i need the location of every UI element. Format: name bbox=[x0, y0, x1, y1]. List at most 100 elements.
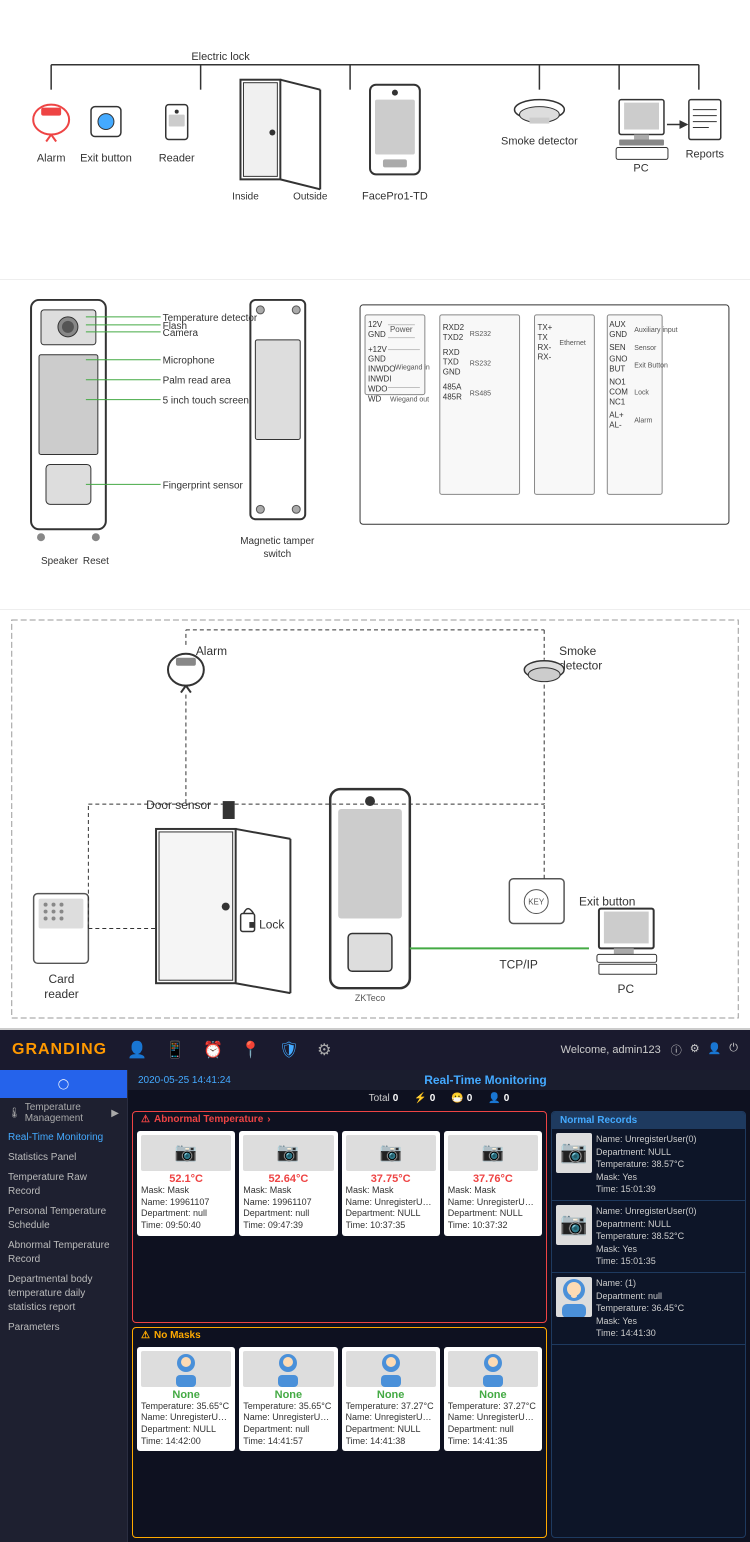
card-img-3: 📷 bbox=[346, 1135, 436, 1171]
normal-record-info-3: Name: (1) Department: null Temperature: … bbox=[596, 1277, 684, 1340]
svg-text:Smoke: Smoke bbox=[559, 644, 597, 658]
mask-icon: 😷 bbox=[451, 1093, 463, 1104]
content-area: 2020-05-25 14:41:24 Real-Time Monitoring… bbox=[128, 1070, 750, 1542]
svg-text:Alarm: Alarm bbox=[37, 152, 66, 164]
svg-text:switch: switch bbox=[263, 549, 291, 560]
card-temp-2: 52.64°C bbox=[243, 1173, 333, 1185]
nav-gear-icon[interactable]: ⚙ bbox=[317, 1040, 331, 1060]
svg-text:GND: GND bbox=[368, 355, 386, 364]
no-mask-info-3: Temperature: 37.27°C Name: UnregisterUse… bbox=[346, 1401, 436, 1448]
nav-clock-icon[interactable]: ⏰ bbox=[203, 1040, 223, 1060]
svg-text:RS232: RS232 bbox=[470, 331, 491, 338]
svg-text:Sensor: Sensor bbox=[634, 345, 657, 352]
nav-person-icon[interactable]: 👤 bbox=[127, 1040, 147, 1060]
main-area: ◯ 🌡 Temperature Management ▶ Real-Time M… bbox=[0, 1070, 750, 1542]
power-icon[interactable]: ⏻ bbox=[729, 1042, 738, 1058]
sidebar-item-realtime[interactable]: Real-Time Monitoring bbox=[0, 1128, 127, 1148]
sidebar-clock-icon: ◯ bbox=[58, 1079, 69, 1090]
left-panel: ⚠ Abnormal Temperature › 📷 52.1°C bbox=[132, 1111, 547, 1538]
nav-shield-icon[interactable]: 🛡 bbox=[279, 1040, 299, 1060]
svg-text:detector: detector bbox=[559, 659, 602, 673]
no-mask-img-1 bbox=[141, 1351, 231, 1387]
system-diagram-section: Electric lock Inside Outside Alarm Exit … bbox=[0, 0, 750, 280]
app-logo: GRANDING bbox=[12, 1041, 107, 1059]
svg-text:Palm read area: Palm read area bbox=[163, 376, 232, 387]
no-mask-temp-4: None bbox=[448, 1389, 538, 1401]
timestamp-bar: 2020-05-25 14:41:24 Real-Time Monitoring bbox=[128, 1070, 750, 1090]
stat-no-mask: 😷 0 bbox=[451, 1093, 472, 1104]
nav-phone-icon[interactable]: 📱 bbox=[165, 1040, 185, 1060]
svg-text:Reports: Reports bbox=[686, 148, 725, 160]
no-mask-temp-1: None bbox=[141, 1389, 231, 1401]
user-icon[interactable]: 👤 bbox=[708, 1042, 722, 1058]
nav-location-icon[interactable]: 📍 bbox=[241, 1040, 261, 1060]
svg-text:GND: GND bbox=[368, 330, 386, 339]
svg-text:Magnetic tamper: Magnetic tamper bbox=[240, 536, 315, 547]
abnormal-card-3: 📷 37.75°C Mask: Mask Name: UnregisterUse… bbox=[342, 1131, 440, 1236]
normal-record-2: 📷 Name: UnregisterUser(0) Department: NU… bbox=[552, 1201, 745, 1273]
svg-text:Alarm: Alarm bbox=[634, 418, 652, 425]
no-mask-cards-row: None Temperature: 35.65°C Name: Unregist… bbox=[133, 1343, 546, 1456]
svg-text:Exit button: Exit button bbox=[579, 895, 635, 909]
sidebar-item-dept[interactable]: Departmental body temperature daily stat… bbox=[0, 1270, 127, 1318]
svg-text:📷: 📷 bbox=[482, 1142, 504, 1162]
card-img-2: 📷 bbox=[243, 1135, 333, 1171]
card-temp-1: 52.1°C bbox=[141, 1173, 231, 1185]
stat-abnormal: ⚡ 0 bbox=[414, 1093, 435, 1104]
sidebar-item-statistics[interactable]: Statistics Panel bbox=[0, 1148, 127, 1168]
abnormal-card-4: 📷 37.76°C Mask: Mask Name: UnregisterUse… bbox=[444, 1131, 542, 1236]
sidebar-item-params[interactable]: Parameters bbox=[0, 1318, 127, 1338]
card-info-2: Mask: Mask Name: 19961107 Department: nu… bbox=[243, 1185, 333, 1232]
svg-text:GND: GND bbox=[443, 368, 461, 377]
svg-text:NO1: NO1 bbox=[609, 378, 626, 387]
no-mask-title: ⚠ No Masks bbox=[133, 1328, 546, 1343]
sidebar-top-icon: ◯ bbox=[0, 1070, 127, 1098]
unregistered-count: 0 bbox=[504, 1093, 510, 1104]
sidebar-item-raw[interactable]: Temperature Raw Record bbox=[0, 1168, 127, 1202]
settings-icon[interactable]: ⚙ bbox=[690, 1042, 700, 1058]
no-mask-img-2 bbox=[243, 1351, 333, 1387]
svg-text:RX-: RX- bbox=[538, 343, 552, 352]
svg-text:RXD: RXD bbox=[443, 348, 460, 357]
svg-text:reader: reader bbox=[44, 987, 79, 1001]
svg-text:Speaker: Speaker bbox=[41, 556, 79, 567]
svg-text:Camera: Camera bbox=[163, 328, 199, 339]
page-title: Real-Time Monitoring bbox=[231, 1073, 740, 1087]
card-temp-4: 37.76°C bbox=[448, 1173, 538, 1185]
svg-text:Fingerprint sensor: Fingerprint sensor bbox=[163, 480, 244, 491]
svg-text:Ethernet: Ethernet bbox=[559, 340, 585, 347]
sidebar-item-abnormal[interactable]: Abnormal Temperature Record bbox=[0, 1236, 127, 1270]
svg-text:BUT: BUT bbox=[609, 365, 625, 374]
no-mask-count: 0 bbox=[467, 1093, 473, 1104]
card-info-1: Mask: Mask Name: 19961107 Department: nu… bbox=[141, 1185, 231, 1232]
svg-text:5 inch touch screen: 5 inch touch screen bbox=[163, 396, 249, 407]
navbar: GRANDING 👤 📱 ⏰ 📍 🛡 ⚙ Welcome, admin123 ⓘ… bbox=[0, 1030, 750, 1070]
card-img-4: 📷 bbox=[448, 1135, 538, 1171]
svg-text:WDO: WDO bbox=[368, 385, 387, 394]
svg-text:AL-: AL- bbox=[609, 421, 622, 430]
svg-text:INWDI: INWDI bbox=[368, 375, 391, 384]
nav-icons: 👤 📱 ⏰ 📍 🛡 ⚙ bbox=[127, 1040, 541, 1060]
svg-text:Card: Card bbox=[49, 972, 75, 986]
stat-total: Total 0 bbox=[369, 1093, 399, 1104]
sidebar: ◯ 🌡 Temperature Management ▶ Real-Time M… bbox=[0, 1070, 128, 1542]
info-icon[interactable]: ⓘ bbox=[671, 1042, 682, 1058]
svg-text:485A: 485A bbox=[443, 383, 462, 392]
svg-text:Lock: Lock bbox=[634, 390, 649, 397]
svg-text:KEY: KEY bbox=[528, 898, 545, 907]
svg-text:INWDO: INWDO bbox=[368, 365, 395, 374]
person-icon: 👤 bbox=[488, 1093, 500, 1104]
abnormal-card-2: 📷 52.64°C Mask: Mask Name: 19961107 Depa… bbox=[239, 1131, 337, 1236]
connection-diagram-section: Alarm Smoke detector Door sensor bbox=[0, 610, 750, 1030]
no-mask-panel: ⚠ No Masks bbox=[132, 1327, 547, 1539]
sidebar-item-personal[interactable]: Personal Temperature Schedule bbox=[0, 1202, 127, 1236]
svg-text:COM: COM bbox=[609, 388, 628, 397]
svg-text:TCP/IP: TCP/IP bbox=[499, 957, 538, 971]
normal-record-3: Name: (1) Department: null Temperature: … bbox=[552, 1273, 745, 1345]
svg-text:ZKTeco: ZKTeco bbox=[355, 993, 385, 1003]
svg-text:485R: 485R bbox=[443, 393, 462, 402]
no-mask-info-4: Temperature: 37.27°C Name: UnregisterUse… bbox=[448, 1401, 538, 1448]
svg-text:Smoke detector: Smoke detector bbox=[501, 135, 578, 147]
svg-text:SEN: SEN bbox=[609, 343, 626, 352]
card-temp-3: 37.75°C bbox=[346, 1173, 436, 1185]
